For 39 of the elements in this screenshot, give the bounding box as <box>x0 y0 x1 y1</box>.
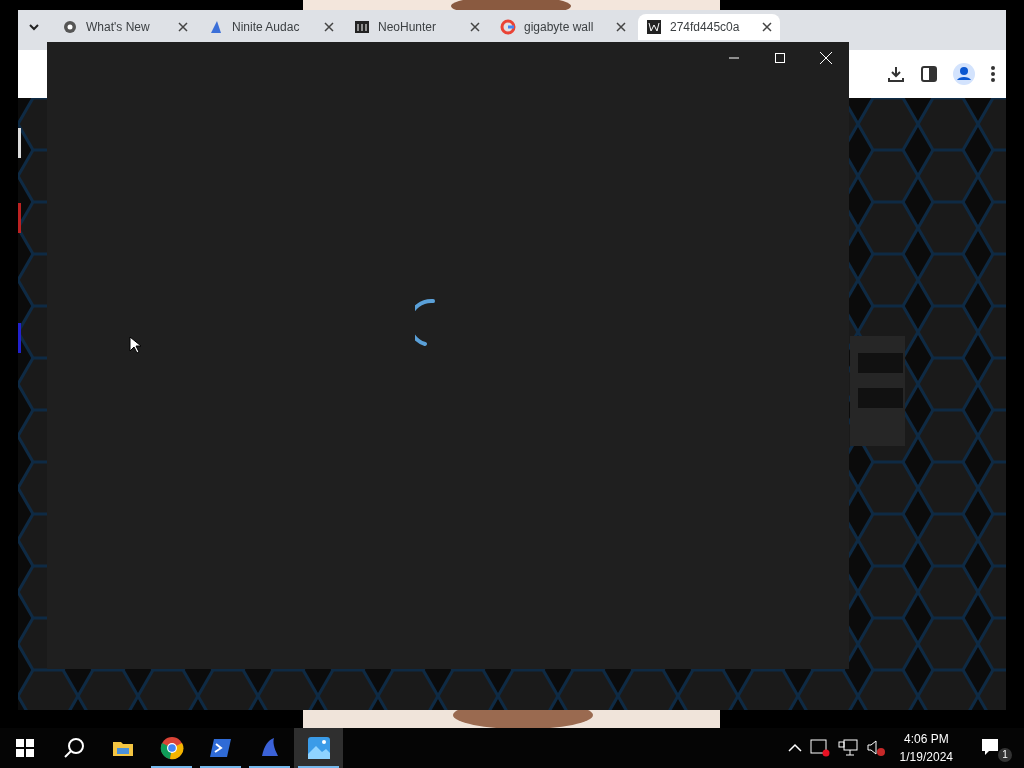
network-alert-icon[interactable] <box>809 739 830 757</box>
time-text: 4:06 PM <box>902 731 950 748</box>
notification-count: 1 <box>998 748 1012 762</box>
photos-icon <box>306 736 331 760</box>
taskbar-app-button[interactable] <box>294 728 343 768</box>
maximize-icon <box>775 53 785 63</box>
close-icon <box>820 52 832 64</box>
tab-icon <box>646 19 662 35</box>
tab-icon <box>62 19 78 35</box>
close-icon[interactable] <box>470 22 480 32</box>
close-icon[interactable] <box>616 22 626 32</box>
tab-icon <box>208 19 224 35</box>
windows-icon <box>15 739 34 757</box>
date-text: 1/19/2024 <box>899 749 953 766</box>
side-panel-icon[interactable] <box>920 65 938 83</box>
download-icon[interactable] <box>886 64 906 84</box>
browser-tab[interactable]: gigabyte wall <box>492 14 634 40</box>
menu-icon[interactable] <box>990 65 996 83</box>
close-icon[interactable] <box>178 22 188 32</box>
browser-tab[interactable]: NeoHunter <box>346 14 488 40</box>
chrome-icon <box>159 736 184 760</box>
mouse-pointer-icon <box>129 336 141 354</box>
loading-spinner-icon <box>415 298 437 348</box>
terminal-icon <box>208 736 233 760</box>
tab-icon <box>500 19 516 35</box>
search-icon <box>62 737 85 759</box>
close-icon[interactable] <box>324 22 334 32</box>
chevron-down-icon <box>28 21 40 33</box>
browser-tab[interactable]: 274fd445c0a <box>638 14 780 40</box>
clock[interactable]: 4:06 PM 1/19/2024 <box>893 729 959 767</box>
chevron-up-icon[interactable] <box>787 743 802 753</box>
browser-tab[interactable]: Ninite Audac <box>200 14 342 40</box>
browser-tab[interactable]: What's New <box>54 14 196 40</box>
tab-icon <box>354 19 370 35</box>
notification-button[interactable]: 1 <box>967 728 1016 768</box>
speaker-muted-icon[interactable] <box>865 739 886 757</box>
close-icon[interactable] <box>762 22 772 32</box>
network-icon[interactable] <box>837 739 858 757</box>
profile-icon[interactable] <box>952 62 976 86</box>
